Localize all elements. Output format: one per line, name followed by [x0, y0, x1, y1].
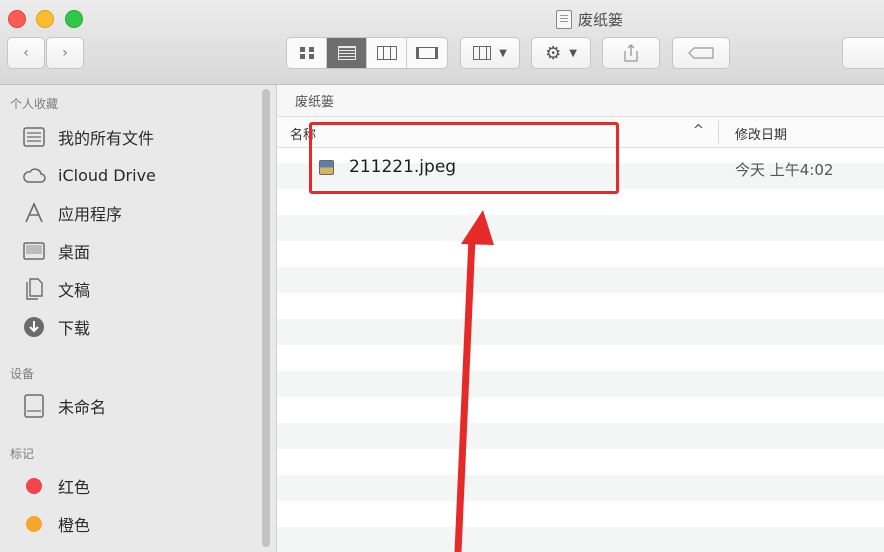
red-arrow-annotation [454, 210, 494, 552]
